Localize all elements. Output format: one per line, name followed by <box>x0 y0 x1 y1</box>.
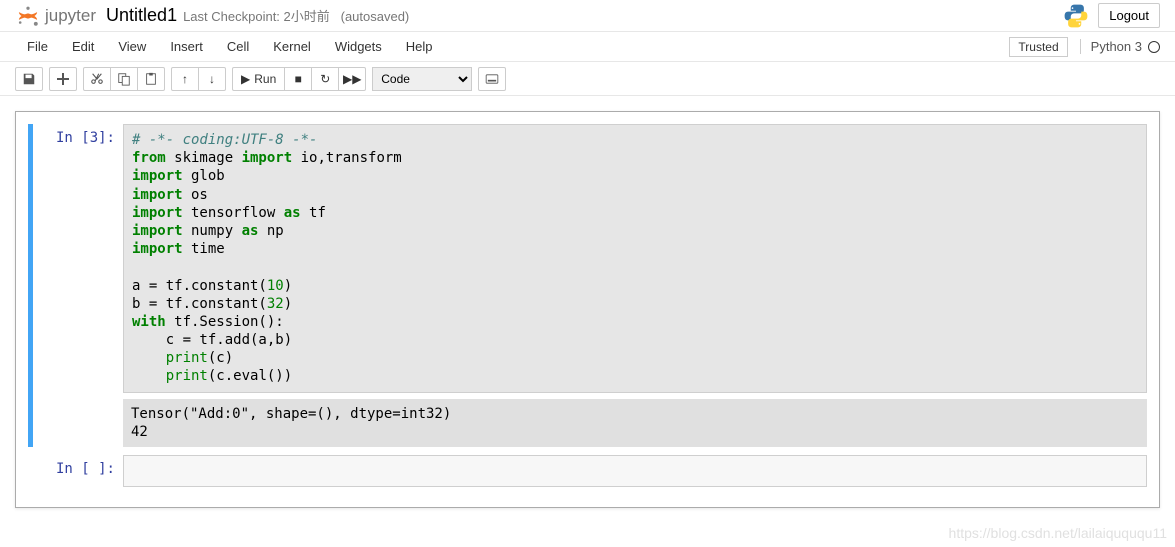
code-cell[interactable]: In [3]: # -*- coding:UTF-8 -*- from skim… <box>28 124 1147 447</box>
save-button[interactable] <box>15 67 43 91</box>
input-prompt: In [3]: <box>33 124 123 447</box>
trusted-badge[interactable]: Trusted <box>1009 37 1067 57</box>
restart-button[interactable]: ↻ <box>311 67 339 91</box>
menu-view[interactable]: View <box>106 35 158 58</box>
notebook-container: In [3]: # -*- coding:UTF-8 -*- from skim… <box>0 96 1175 523</box>
move-down-button[interactable]: ↓ <box>198 67 226 91</box>
kernel-status-icon <box>1148 41 1160 53</box>
add-cell-button[interactable] <box>49 67 77 91</box>
menu-file[interactable]: File <box>15 35 60 58</box>
cell-type-select[interactable]: Code <box>372 67 472 91</box>
header: jupyter Untitled1 Last Checkpoint: 2小时前 … <box>0 0 1175 32</box>
restart-run-all-button[interactable]: ▶▶︎ <box>338 67 366 91</box>
move-up-button[interactable]: ↑ <box>171 67 199 91</box>
cut-button[interactable] <box>83 67 111 91</box>
menu-help[interactable]: Help <box>394 35 445 58</box>
input-prompt: In [ ]: <box>33 455 123 487</box>
kernel-indicator[interactable]: Python 3 <box>1080 39 1160 54</box>
menu-widgets[interactable]: Widgets <box>323 35 394 58</box>
run-button[interactable]: ▶︎ Run <box>232 67 285 91</box>
logo-text: jupyter <box>45 6 96 26</box>
checkpoint-text: Last Checkpoint: 2小时前 (autosaved) <box>183 6 409 25</box>
code-input[interactable] <box>123 455 1147 487</box>
code-input[interactable]: # -*- coding:UTF-8 -*- from skimage impo… <box>123 124 1147 393</box>
python-icon <box>1062 2 1090 30</box>
jupyter-logo[interactable]: jupyter <box>15 3 96 29</box>
copy-button[interactable] <box>110 67 138 91</box>
cell-output: Tensor("Add:0", shape=(), dtype=int32) 4… <box>123 399 1147 447</box>
code-cell[interactable]: In [ ]: <box>28 455 1147 487</box>
watermark: https://blog.csdn.net/lailaiquququ11 <box>949 525 1167 541</box>
toolbar: ↑ ↓ ▶︎ Run ■ ↻ ▶▶︎ Code <box>0 62 1175 96</box>
menu-insert[interactable]: Insert <box>158 35 215 58</box>
menu-edit[interactable]: Edit <box>60 35 106 58</box>
command-palette-button[interactable] <box>478 67 506 91</box>
paste-button[interactable] <box>137 67 165 91</box>
logout-button[interactable]: Logout <box>1098 3 1160 28</box>
stop-button[interactable]: ■ <box>284 67 312 91</box>
menu-cell[interactable]: Cell <box>215 35 261 58</box>
menu-kernel[interactable]: Kernel <box>261 35 323 58</box>
menubar: File Edit View Insert Cell Kernel Widget… <box>0 32 1175 62</box>
notebook-title[interactable]: Untitled1 <box>106 5 177 26</box>
